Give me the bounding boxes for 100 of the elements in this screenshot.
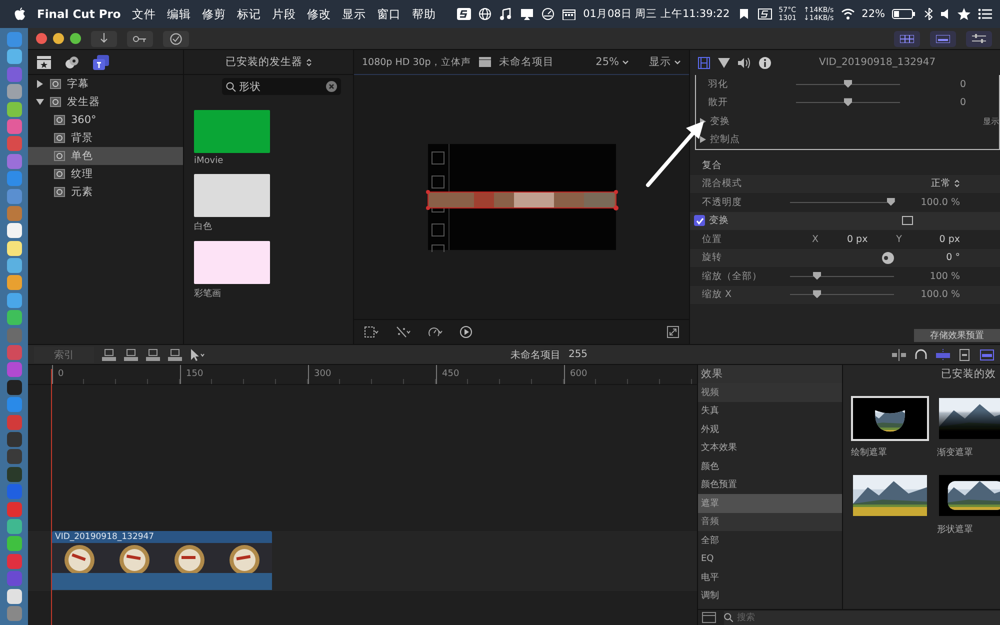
clear-icon[interactable]: [326, 81, 337, 92]
dock-app-icon[interactable]: [6, 380, 22, 395]
slider-thumb[interactable]: [844, 80, 852, 88]
import-button[interactable]: [91, 30, 117, 46]
dock-app-icon[interactable]: [6, 240, 22, 256]
skimming-icon[interactable]: [892, 348, 906, 360]
sidebar-item[interactable]: 字幕: [28, 75, 183, 93]
video-inspector-icon[interactable]: [698, 56, 710, 68]
rotation-dial-icon[interactable]: [882, 252, 894, 264]
speaker-icon[interactable]: [940, 8, 950, 20]
slider-thumb[interactable]: [813, 272, 822, 280]
minimize-button[interactable]: [53, 33, 64, 44]
calendar-icon[interactable]: [562, 8, 576, 20]
play-button-icon[interactable]: [460, 326, 472, 338]
blend-mode-popup[interactable]: 正常: [902, 177, 960, 190]
slider-thumb[interactable]: [844, 98, 852, 106]
browser-layout-button[interactable]: [894, 30, 920, 46]
sidebar-item[interactable]: 背景: [28, 129, 183, 147]
menu-item[interactable]: 窗口: [376, 6, 401, 22]
fullscreen-icon[interactable]: [667, 326, 679, 338]
search-field[interactable]: 形状: [222, 78, 341, 95]
zoom-popup[interactable]: 25%: [596, 56, 629, 68]
clip-appearance-icon[interactable]: [958, 348, 972, 360]
category-item[interactable]: 调制: [698, 586, 842, 605]
menu-item[interactable]: 显示: [342, 6, 366, 22]
info-icon[interactable]: [759, 56, 771, 68]
globe-icon[interactable]: [478, 8, 492, 20]
slider-thumb[interactable]: [886, 198, 895, 206]
keyword-button[interactable]: [127, 30, 153, 46]
source-popup[interactable]: 已安装的发生器: [226, 55, 312, 69]
apple-icon[interactable]: [14, 7, 26, 21]
sidebar-item[interactable]: 360°: [28, 111, 183, 129]
category-item[interactable]: 全部: [698, 531, 842, 550]
clock[interactable]: 01月08日 周三 上午11:39:22: [583, 7, 730, 21]
menu-item[interactable]: 修改: [306, 6, 331, 22]
menu-item[interactable]: 文件: [132, 6, 156, 22]
append-clip-icon[interactable]: [146, 348, 160, 360]
headphones-icon[interactable]: [914, 348, 928, 360]
view-popup[interactable]: 显示: [649, 55, 681, 69]
list-icon[interactable]: [978, 8, 992, 20]
sidebar-item[interactable]: 纹理: [28, 165, 183, 183]
effects-browser-icon[interactable]: [980, 348, 994, 360]
sidebar-item[interactable]: 元素: [28, 183, 183, 201]
s-app-icon[interactable]: [457, 8, 472, 20]
category-item[interactable]: 电平: [698, 568, 842, 586]
dock-app-icon[interactable]: [6, 588, 22, 604]
category-item[interactable]: 颜色预置: [698, 476, 842, 494]
connect-clip-icon[interactable]: [102, 348, 116, 360]
show-link[interactable]: 显示: [966, 116, 999, 127]
insert-clip-icon[interactable]: [124, 348, 138, 360]
menu-item[interactable]: 标记: [236, 6, 261, 22]
music-note-icon[interactable]: [499, 8, 514, 20]
category-item[interactable]: 颜色: [698, 457, 842, 476]
dock-app-icon[interactable]: [6, 223, 22, 238]
menu-item[interactable]: 编辑: [166, 6, 191, 22]
category-header[interactable]: 视频: [698, 383, 842, 402]
star-icon[interactable]: [957, 8, 971, 20]
generator-thumbnail[interactable]: [194, 110, 270, 153]
source-popup[interactable]: 已安装的效: [843, 365, 1000, 383]
slider-thumb[interactable]: [813, 290, 822, 298]
category-item[interactable]: EQ: [698, 550, 842, 568]
transform-icon[interactable]: [902, 216, 913, 226]
category-item[interactable]: 遮罩: [698, 494, 842, 512]
magic-wand-icon[interactable]: [396, 326, 412, 338]
s-badge-icon[interactable]: [758, 8, 772, 20]
overwrite-clip-icon[interactable]: [168, 348, 182, 360]
close-button[interactable]: [36, 33, 47, 44]
zoom-button[interactable]: [70, 33, 81, 44]
audio-inspector-icon[interactable]: [738, 56, 751, 68]
timeline-layout-button[interactable]: [930, 30, 956, 46]
music-photo-icon[interactable]: [65, 56, 79, 68]
category-item[interactable]: 文本效果: [698, 438, 842, 457]
snapping-icon[interactable]: [936, 348, 950, 360]
pointer-tool-icon[interactable]: [190, 348, 206, 360]
save-preset-button[interactable]: 存储效果预置: [914, 329, 1000, 342]
category-item[interactable]: 失真: [698, 402, 842, 420]
background-tasks-button[interactable]: [163, 30, 189, 46]
battery-icon[interactable]: [892, 7, 916, 21]
sidebar-item[interactable]: 发生器: [28, 93, 183, 111]
menu-item[interactable]: 修剪: [202, 6, 226, 22]
battery-percent[interactable]: 22%: [862, 8, 885, 20]
sidebar-item[interactable]: 单色: [28, 147, 183, 165]
app-menu[interactable]: Final Cut Pro: [37, 7, 121, 21]
menu-item[interactable]: 帮助: [412, 6, 436, 22]
crop-icon[interactable]: [364, 326, 380, 338]
wifi-icon[interactable]: [840, 8, 855, 20]
color-inspector-icon[interactable]: [718, 56, 730, 68]
titles-generators-icon[interactable]: [93, 54, 109, 70]
dock-app-icon[interactable]: [6, 432, 22, 447]
display-icon[interactable]: [520, 8, 534, 20]
gauge-icon[interactable]: [541, 8, 556, 20]
inspector-layout-button[interactable]: [966, 30, 992, 46]
bluetooth-icon[interactable]: [923, 8, 933, 20]
disclosure-icon[interactable]: [700, 136, 706, 144]
speed-gauge-icon[interactable]: [428, 326, 444, 338]
checkbox[interactable]: [694, 215, 705, 226]
menu-item[interactable]: 片段: [272, 6, 296, 22]
category-item[interactable]: 外观: [698, 420, 842, 438]
generator-thumbnail[interactable]: [194, 241, 270, 284]
sidebar-toggle-icon[interactable]: [702, 612, 716, 623]
